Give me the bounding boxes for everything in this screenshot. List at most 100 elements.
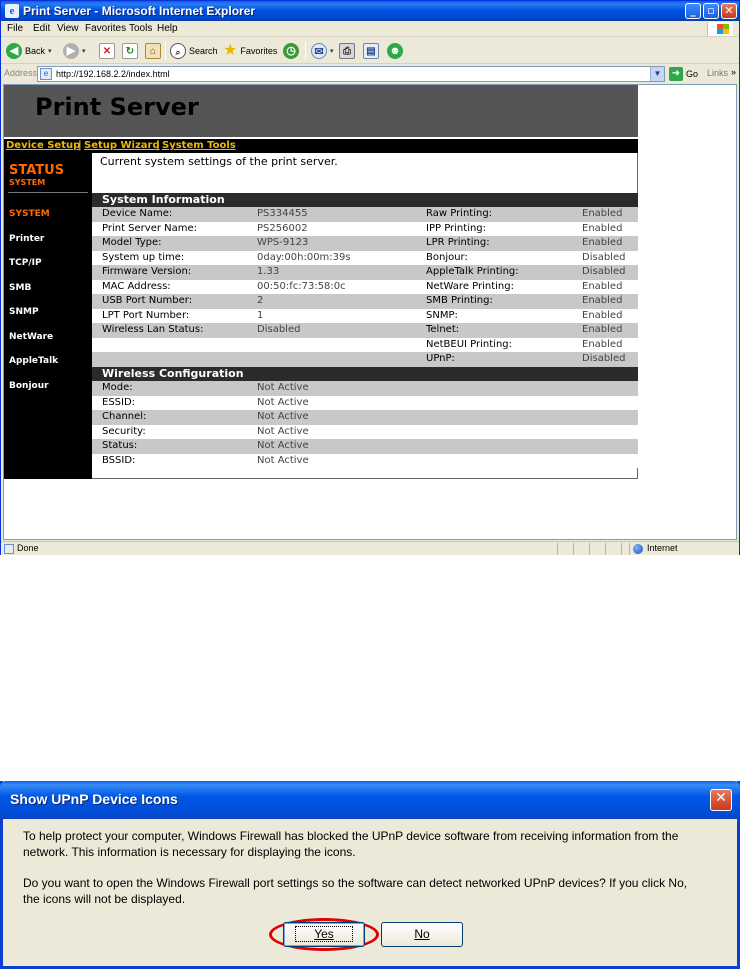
- search-button[interactable]: ⌕ Search: [170, 41, 218, 61]
- wireless-value: Not Active: [257, 425, 309, 437]
- status-panel: Current system settings of the print ser…: [92, 153, 638, 479]
- nav-system-tools[interactable]: System Tools: [162, 140, 236, 151]
- status-text: Done: [17, 543, 39, 553]
- address-input[interactable]: e http://192.168.2.2/index.html ▼: [37, 66, 665, 82]
- table-row: Security: Not Active: [92, 424, 638, 439]
- menu-file[interactable]: File: [7, 23, 23, 34]
- maximize-button[interactable]: ▫: [703, 3, 719, 19]
- intro-text: Current system settings of the print ser…: [100, 155, 338, 168]
- chevron-right-icon[interactable]: »: [731, 67, 736, 77]
- wireless-value: Not Active: [257, 396, 309, 408]
- browser-title: Print Server - Microsoft Internet Explor…: [23, 4, 256, 18]
- wireless-label: Security:: [102, 425, 146, 437]
- system-info-header: System Information: [92, 193, 638, 207]
- feature-value: Enabled: [582, 295, 623, 306]
- messenger-button[interactable]: ☻: [387, 41, 403, 61]
- nav-device-setup[interactable]: Device Setup: [6, 140, 80, 151]
- info-label: System up time:: [102, 251, 185, 263]
- table-row: Device Name: PS334455 Raw Printing: Enabled: [92, 207, 638, 222]
- edit-button[interactable]: ▤: [363, 41, 379, 61]
- close-button[interactable]: ✕: [721, 3, 737, 19]
- page-icon: e: [40, 68, 52, 80]
- sidebar-divider: [8, 192, 88, 193]
- nav-setup-wizard[interactable]: Setup Wizard: [84, 140, 160, 151]
- history-button[interactable]: ◷: [283, 41, 299, 61]
- sidebar-item-appletalk[interactable]: AppleTalk: [9, 356, 58, 366]
- menu-favorites[interactable]: Favorites: [85, 23, 126, 34]
- standard-toolbar: ◀ Back ▾ ▶ ▾ ✕ ↻ ⌂ ⌕ Search ★ Favorites …: [1, 38, 739, 64]
- page-title: Print Server: [35, 93, 199, 121]
- info-value: 0day:00h:00m:39s: [257, 251, 351, 263]
- menu-edit[interactable]: Edit: [33, 23, 50, 34]
- menu-view[interactable]: View: [57, 23, 79, 34]
- info-value: PS256002: [257, 222, 308, 234]
- no-button[interactable]: No: [381, 922, 463, 947]
- home-icon: ⌂: [145, 43, 161, 59]
- yes-button[interactable]: Yes: [283, 922, 365, 947]
- info-label: MAC Address:: [102, 280, 171, 292]
- table-row: UPnP: Disabled: [92, 352, 638, 367]
- forward-button[interactable]: ▶ ▾: [63, 41, 86, 61]
- back-button[interactable]: ◀ Back ▾: [6, 41, 52, 61]
- refresh-button[interactable]: ↻: [122, 41, 138, 61]
- back-dropdown-icon: ▾: [48, 48, 52, 55]
- dialog-message-1-line1: To help protect your computer, Windows F…: [23, 829, 679, 843]
- feature-label: UPnP:: [426, 353, 455, 364]
- internet-zone-icon: [633, 544, 643, 554]
- go-arrow-icon: ➜: [669, 67, 683, 81]
- menu-help[interactable]: Help: [157, 23, 178, 34]
- page-done-icon: [4, 544, 14, 554]
- mail-icon: ✉: [311, 43, 327, 59]
- back-label: Back: [25, 46, 46, 56]
- table-row: System up time: 0day:00h:00m:39s Bonjour: D…: [92, 250, 638, 265]
- mail-button[interactable]: ✉ ▾: [311, 41, 334, 61]
- info-label: Model Type:: [102, 237, 162, 248]
- feature-value: Disabled: [582, 353, 626, 364]
- nav-separator: |: [78, 140, 82, 151]
- feature-label: NetWare Printing:: [426, 280, 514, 292]
- info-value: 2: [257, 295, 264, 306]
- home-button[interactable]: ⌂: [145, 41, 161, 61]
- dialog-message-2: Do you want to open the Windows Firewall…: [23, 875, 723, 907]
- upnp-dialog: Show UPnP Device Icons ✕ To help protect…: [0, 781, 740, 969]
- info-value: Disabled: [257, 324, 301, 335]
- stop-button[interactable]: ✕: [99, 41, 115, 61]
- sidebar-item-tcpip[interactable]: TCP/IP: [9, 258, 42, 268]
- info-label: Wireless Lan Status:: [102, 324, 204, 335]
- dialog-message-1: To help protect your computer, Windows F…: [23, 828, 723, 860]
- security-zone-label: Internet: [647, 543, 678, 553]
- sidebar-item-printer[interactable]: Printer: [9, 234, 44, 244]
- sidebar-item-netware[interactable]: NetWare: [9, 332, 53, 342]
- table-row: NetBEUI Printing: Enabled: [92, 337, 638, 352]
- feature-value: Enabled: [582, 324, 623, 335]
- page-header: Print Server: [4, 85, 638, 137]
- sidebar-item-snmp[interactable]: SNMP: [9, 307, 39, 317]
- go-button[interactable]: ➜ Go: [669, 67, 698, 81]
- browser-titlebar: e Print Server - Microsoft Internet Expl…: [1, 1, 739, 21]
- printer-icon: ⎙: [339, 43, 355, 59]
- address-dropdown-icon[interactable]: ▼: [650, 67, 664, 81]
- info-label: Device Name:: [102, 208, 173, 219]
- address-url: http://192.168.2.2/index.html: [56, 69, 170, 79]
- menu-tools[interactable]: Tools: [129, 23, 152, 34]
- top-nav: Device Setup | Setup Wizard | System Too…: [4, 139, 638, 153]
- back-arrow-icon: ◀: [6, 43, 22, 59]
- table-row: Channel: Not Active: [92, 410, 638, 425]
- table-row: Print Server Name: PS256002 IPP Printing: E…: [92, 221, 638, 236]
- info-value: WPS-9123: [257, 237, 309, 248]
- refresh-icon: ↻: [122, 43, 138, 59]
- print-button[interactable]: ⎙: [339, 41, 355, 61]
- ie-logo-icon: e: [5, 4, 19, 18]
- links-button[interactable]: Links: [707, 68, 728, 78]
- dialog-close-button[interactable]: ✕: [710, 789, 732, 811]
- page-viewport: Print Server Device Setup | Setup Wizard…: [3, 84, 737, 540]
- sidebar-item-bonjour[interactable]: Bonjour: [9, 381, 49, 391]
- edit-page-icon: ▤: [363, 43, 379, 59]
- feature-value: Enabled: [582, 338, 623, 350]
- sidebar-item-system[interactable]: SYSTEM: [9, 209, 50, 219]
- feature-label: NetBEUI Printing:: [426, 338, 513, 350]
- minimize-button[interactable]: _: [685, 3, 701, 19]
- table-row: Wireless Lan Status: Disabled Telnet: Enabl…: [92, 323, 638, 338]
- sidebar-item-smb[interactable]: SMB: [9, 283, 31, 293]
- favorites-button[interactable]: ★ Favorites: [223, 41, 277, 61]
